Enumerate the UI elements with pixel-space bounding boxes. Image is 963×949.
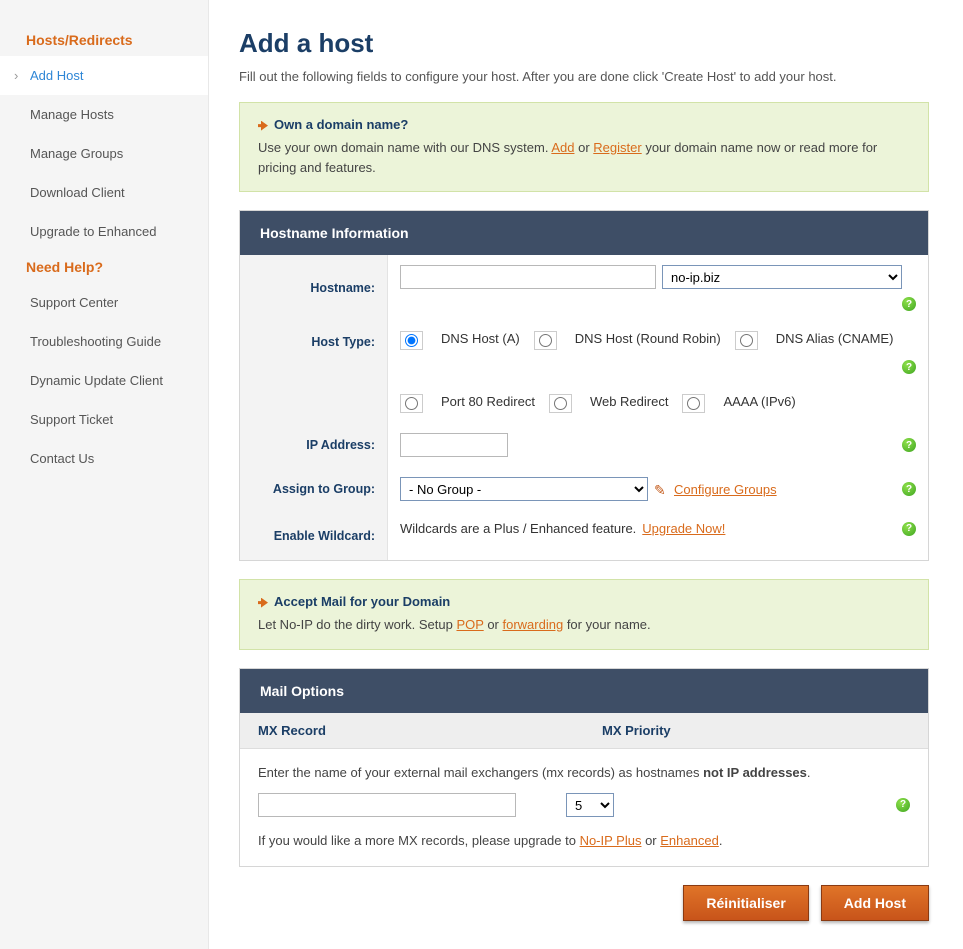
sidebar-item-troubleshooting[interactable]: Troubleshooting Guide — [0, 322, 208, 361]
radio-aaaa-ipv6[interactable] — [682, 394, 705, 413]
hostname-domain-select[interactable]: no-ip.biz — [662, 265, 902, 289]
edit-icon[interactable] — [654, 482, 668, 496]
mx-record-header: MX Record — [240, 713, 584, 748]
radio-web-redirect[interactable] — [549, 394, 572, 413]
sidebar-item-dynamic-update[interactable]: Dynamic Update Client — [0, 361, 208, 400]
sidebar-section-hosts: Hosts/Redirects — [0, 24, 208, 56]
label-host-type: Host Type: — [240, 321, 388, 423]
hostname-input[interactable] — [400, 265, 656, 289]
page-subtitle: Fill out the following fields to configu… — [239, 69, 929, 84]
ip-address-input[interactable] — [400, 433, 508, 457]
sidebar-item-upgrade-enhanced[interactable]: Upgrade to Enhanced — [0, 212, 208, 251]
radio-port-80-redirect[interactable] — [400, 394, 423, 413]
label-assign-group: Assign to Group: — [240, 467, 388, 511]
notice-own-domain: Own a domain name? Use your own domain n… — [239, 102, 929, 192]
sidebar-item-contact-us[interactable]: Contact Us — [0, 439, 208, 478]
main-content: Add a host Fill out the following fields… — [209, 0, 963, 949]
label-ip-address: IP Address: — [240, 423, 388, 467]
sidebar: Hosts/Redirects Add Host Manage Hosts Ma… — [0, 0, 209, 949]
radio-dns-alias-cname[interactable] — [735, 331, 758, 350]
link-noip-plus[interactable]: No-IP Plus — [580, 833, 642, 848]
notice-accept-mail-title: Accept Mail for your Domain — [258, 594, 910, 609]
notice-own-domain-body: Use your own domain name with our DNS sy… — [258, 138, 910, 177]
link-pop[interactable]: POP — [456, 617, 483, 632]
page-title: Add a host — [239, 28, 929, 59]
panel-mail-options: Mail Options MX Record MX Priority Enter… — [239, 668, 929, 868]
help-icon[interactable]: ? — [902, 522, 916, 536]
mx-priority-select[interactable]: 5 — [566, 793, 614, 817]
reset-button[interactable]: Réinitialiser — [683, 885, 808, 921]
link-configure-groups[interactable]: Configure Groups — [674, 482, 777, 497]
help-icon[interactable]: ? — [902, 438, 916, 452]
sidebar-item-support-center[interactable]: Support Center — [0, 283, 208, 322]
radio-dns-round-robin[interactable] — [534, 331, 557, 350]
sidebar-item-download-client[interactable]: Download Client — [0, 173, 208, 212]
link-register-domain[interactable]: Register — [593, 140, 641, 155]
mx-record-input[interactable] — [258, 793, 516, 817]
sidebar-item-manage-hosts[interactable]: Manage Hosts — [0, 95, 208, 134]
link-add-domain[interactable]: Add — [551, 140, 574, 155]
group-select[interactable]: - No Group - — [400, 477, 648, 501]
mx-priority-header: MX Priority — [584, 713, 689, 748]
button-row: Réinitialiser Add Host — [239, 885, 929, 921]
sidebar-item-manage-groups[interactable]: Manage Groups — [0, 134, 208, 173]
help-icon[interactable]: ? — [902, 482, 916, 496]
panel-hostname-header: Hostname Information — [240, 211, 928, 255]
label-enable-wildcard: Enable Wildcard: — [240, 511, 388, 560]
panel-hostname-info: Hostname Information Hostname: no-ip.biz… — [239, 210, 929, 561]
notice-accept-mail: Accept Mail for your Domain Let No-IP do… — [239, 579, 929, 650]
mx-instruction: Enter the name of your external mail exc… — [258, 763, 910, 784]
link-upgrade-now[interactable]: Upgrade Now! — [642, 521, 725, 536]
radio-dns-host-a[interactable] — [400, 331, 423, 350]
help-icon[interactable]: ? — [902, 297, 916, 311]
panel-mail-header: Mail Options — [240, 669, 928, 713]
help-icon[interactable]: ? — [896, 798, 910, 812]
notice-accept-mail-body: Let No-IP do the dirty work. Setup POP o… — [258, 615, 910, 635]
wildcard-text: Wildcards are a Plus / Enhanced feature. — [400, 521, 636, 536]
host-type-radio-group: DNS Host (A) DNS Host (Round Robin) DNS … — [400, 331, 916, 413]
notice-own-domain-title: Own a domain name? — [258, 117, 910, 132]
mx-upgrade-text: If you would like a more MX records, ple… — [258, 831, 910, 852]
help-icon[interactable]: ? — [902, 360, 916, 374]
label-hostname: Hostname: — [240, 255, 388, 321]
sidebar-item-add-host[interactable]: Add Host — [0, 56, 208, 95]
sidebar-item-support-ticket[interactable]: Support Ticket — [0, 400, 208, 439]
link-forwarding[interactable]: forwarding — [503, 617, 564, 632]
link-enhanced[interactable]: Enhanced — [660, 833, 719, 848]
sidebar-section-help: Need Help? — [0, 251, 208, 283]
add-host-button[interactable]: Add Host — [821, 885, 929, 921]
